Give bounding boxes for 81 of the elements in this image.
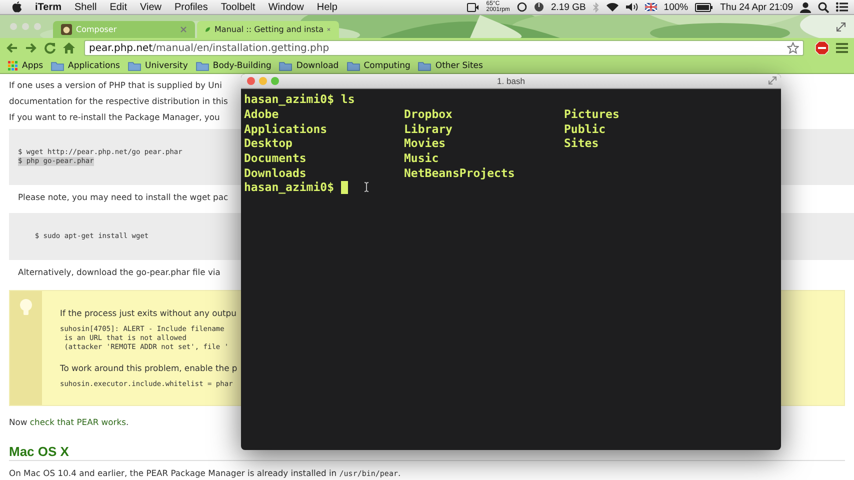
menu-item[interactable]: Profiles — [174, 2, 208, 12]
menu-item[interactable]: Window — [268, 2, 304, 12]
terminal-line: hasan_azimi0$ ls — [244, 92, 355, 106]
folder-icon — [196, 60, 209, 70]
file-name: Documents — [244, 151, 306, 166]
menu-item[interactable]: Edit — [110, 2, 127, 12]
paragraph: Please note, you may need to install the wget pac — [17, 191, 228, 203]
paragraph: Now check that PEAR works. — [9, 416, 129, 428]
file-name: Applications — [244, 122, 328, 136]
bookmark[interactable]: University — [128, 60, 188, 70]
battery-reading: 100% — [664, 2, 688, 12]
tab-title: Composer — [76, 25, 118, 34]
search-icon[interactable] — [818, 2, 829, 12]
menubar-clock[interactable]: Thu 24 Apr 21:09 — [720, 2, 793, 12]
paragraph: If you want to re-install the Package Manager, you — [9, 111, 220, 123]
file-name: Downloads — [244, 166, 306, 180]
user-icon[interactable] — [800, 2, 811, 12]
folder-icon — [418, 60, 432, 70]
volume-icon[interactable] — [626, 2, 638, 12]
close-icon[interactable] — [180, 26, 187, 33]
url-host: pear.php.net — [89, 42, 153, 54]
file-name: Dropbox — [404, 107, 452, 122]
file-name: Library — [404, 122, 452, 136]
apple-icon[interactable] — [12, 1, 22, 13]
fullscreen-icon[interactable] — [768, 76, 777, 85]
animal-icon — [61, 24, 72, 35]
home-icon[interactable] — [63, 42, 75, 54]
flag-icon[interactable] — [644, 3, 657, 11]
browser-tab[interactable]: Manual :: Getting and insta — [197, 21, 339, 38]
address-field[interactable]: pear.php.net/manual/en/installation.getting.php — [84, 40, 804, 56]
list-icon[interactable] — [836, 2, 848, 12]
bookmark[interactable]: Other Sites — [418, 60, 483, 70]
app-menu[interactable]: iTerm — [35, 2, 62, 12]
paragraph: If one uses a version of PHP that is supplied by Uni — [9, 79, 222, 91]
camera-icon[interactable] — [467, 2, 480, 12]
i-beam-icon — [364, 182, 370, 192]
close-icon[interactable] — [327, 26, 331, 33]
memory-reading: 2.19 GB — [550, 2, 586, 12]
star-icon[interactable] — [787, 42, 799, 54]
file-name: Public — [564, 122, 606, 136]
circle-icon[interactable] — [516, 2, 527, 12]
file-name: Pictures — [564, 107, 620, 122]
bookmark[interactable]: Apps — [8, 60, 44, 70]
paragraph: documentation for the respective distribution in this — [9, 95, 228, 107]
fullscreen-icon[interactable] — [836, 22, 846, 32]
gauge-icon[interactable] — [534, 2, 544, 12]
bookmark[interactable]: Download — [279, 60, 339, 70]
paragraph: If the process just exits without any outpu — [60, 307, 236, 319]
folder-icon — [128, 60, 141, 70]
back-icon[interactable] — [6, 42, 18, 54]
link[interactable]: check that PEAR works — [30, 417, 126, 427]
forward-icon[interactable] — [25, 42, 37, 54]
folder-icon — [279, 60, 292, 70]
file-name: Music — [404, 151, 439, 166]
bookmark[interactable]: Computing — [346, 60, 410, 70]
bookmark[interactable]: Applications — [51, 60, 120, 70]
folder-icon — [346, 60, 360, 70]
window-title: 1. bash — [497, 76, 525, 86]
menu-item[interactable]: Shell — [74, 2, 97, 12]
wifi-icon[interactable] — [606, 2, 619, 12]
bookmark[interactable]: Body-Building — [196, 60, 272, 70]
battery-icon[interactable] — [695, 2, 714, 12]
reload-icon[interactable] — [44, 42, 56, 54]
menu-icon[interactable] — [836, 43, 848, 53]
menu-item[interactable]: Help — [316, 2, 338, 12]
paragraph: Alternatively, download the go-pear.phar file via — [17, 266, 220, 278]
paragraph: To work around this problem, enable the p — [60, 362, 238, 374]
terminal-line: hasan_azimi0$ — [244, 180, 334, 194]
file-name: Movies — [404, 136, 446, 150]
file-name: Sites — [564, 136, 599, 150]
lightbulb-icon — [19, 299, 33, 317]
apps-icon — [8, 60, 18, 70]
url-path: /manual/en/installation.getting.php — [152, 42, 330, 54]
file-name: Desktop — [244, 136, 292, 150]
tab-title: Manual :: Getting and insta — [214, 25, 324, 34]
folder-icon — [51, 60, 64, 70]
file-name: Adobe — [244, 107, 279, 122]
stop-sign-icon[interactable] — [815, 41, 829, 55]
file-name: NetBeansProjects — [404, 166, 515, 180]
menu-item[interactable]: View — [140, 2, 162, 12]
menu-item[interactable]: Toolbelt — [220, 2, 256, 12]
